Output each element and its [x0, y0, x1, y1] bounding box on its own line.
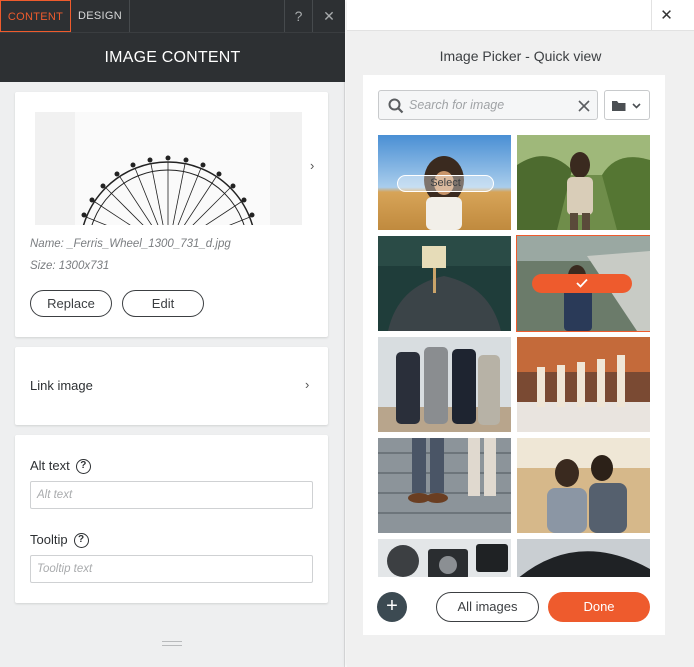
done-button[interactable]: Done [548, 592, 650, 622]
tab-design[interactable]: DESIGN [71, 0, 130, 32]
alt-text-label: Alt text? [30, 458, 91, 475]
image-tile-8[interactable] [517, 438, 650, 533]
folder-dropdown[interactable] [604, 90, 650, 120]
photo-lamp-person-dark [378, 236, 511, 331]
chevron-right-icon[interactable]: › [305, 377, 309, 392]
picker-top-bar: ✕ [347, 0, 694, 31]
selected-checkmark-button[interactable] [532, 274, 632, 293]
image-settings-panel: CONTENT DESIGN ? ✕ IMAGE CONTENT › Name:… [0, 0, 345, 667]
panel-title: IMAGE CONTENT [0, 32, 345, 82]
tooltip-label: Tooltip? [30, 532, 89, 549]
search-icon [388, 98, 404, 114]
add-image-button[interactable]: + [377, 592, 407, 622]
image-tile-2[interactable] [517, 135, 650, 230]
search-placeholder: Search for image [409, 98, 505, 112]
alt-tooltip-card: Alt text? Alt text Tooltip? Tooltip text [15, 435, 328, 603]
help-circle-icon[interactable]: ? [75, 459, 91, 475]
alt-text-label-text: Alt text [30, 458, 70, 473]
search-input[interactable]: Search for image [378, 90, 598, 120]
select-button[interactable]: Select [397, 175, 494, 192]
help-circle-icon[interactable]: ? [73, 533, 89, 549]
image-tile-5[interactable] [378, 337, 511, 432]
link-image-label: Link image [30, 378, 93, 393]
photo-women-group-beach [378, 337, 511, 432]
all-images-button[interactable]: All images [436, 592, 539, 622]
image-picker-panel: ✕ Image Picker - Quick view Search for i… [347, 0, 694, 667]
image-tile-9[interactable] [378, 539, 511, 577]
image-tile-6[interactable] [517, 337, 650, 432]
photo-feet-boardwalk [378, 438, 511, 533]
image-tile-1[interactable]: Select [378, 135, 511, 230]
image-size: Size: 1300x731 [30, 260, 110, 272]
edit-button[interactable]: Edit [122, 290, 204, 317]
help-button[interactable]: ? [284, 0, 312, 32]
image-tile-4-selected[interactable] [516, 235, 650, 332]
picker-title: Image Picker - Quick view [439, 48, 602, 64]
resize-grip[interactable] [162, 641, 182, 646]
folder-icon [612, 101, 641, 111]
close-panel-button[interactable]: ✕ [312, 0, 345, 32]
image-name: Name: _Ferris_Wheel_1300_731_d.jpg [30, 238, 231, 250]
clear-icon[interactable] [578, 100, 590, 112]
panel-tab-bar: CONTENT DESIGN ? ✕ [0, 0, 345, 32]
photo-woman-forest-path [517, 135, 650, 230]
photo-fashion-runway [517, 337, 650, 432]
photo-dark-hat [517, 539, 650, 577]
photo-couple-smiling [517, 438, 650, 533]
link-image-card[interactable]: Link image › [15, 347, 328, 425]
image-card: › Name: _Ferris_Wheel_1300_731_d.jpg Siz… [15, 92, 328, 337]
replace-button[interactable]: Replace [30, 290, 112, 317]
photo-vintage-cameras [378, 539, 511, 577]
chevron-right-icon[interactable]: › [310, 158, 314, 173]
ferris-wheel-image [81, 155, 255, 225]
image-tile-10[interactable] [517, 539, 650, 577]
tooltip-label-text: Tooltip [30, 532, 68, 547]
image-thumbnail[interactable] [35, 112, 302, 225]
image-tile-7[interactable] [378, 438, 511, 533]
tab-content[interactable]: CONTENT [0, 0, 71, 32]
picker-body: Search for image Select + All images Don… [363, 75, 665, 635]
checkmark-icon [576, 278, 588, 288]
image-grid: Select [378, 135, 650, 577]
alt-text-input[interactable]: Alt text [30, 481, 313, 509]
close-picker-button[interactable]: ✕ [651, 0, 681, 31]
tooltip-input[interactable]: Tooltip text [30, 555, 313, 583]
image-tile-3[interactable] [378, 236, 511, 331]
